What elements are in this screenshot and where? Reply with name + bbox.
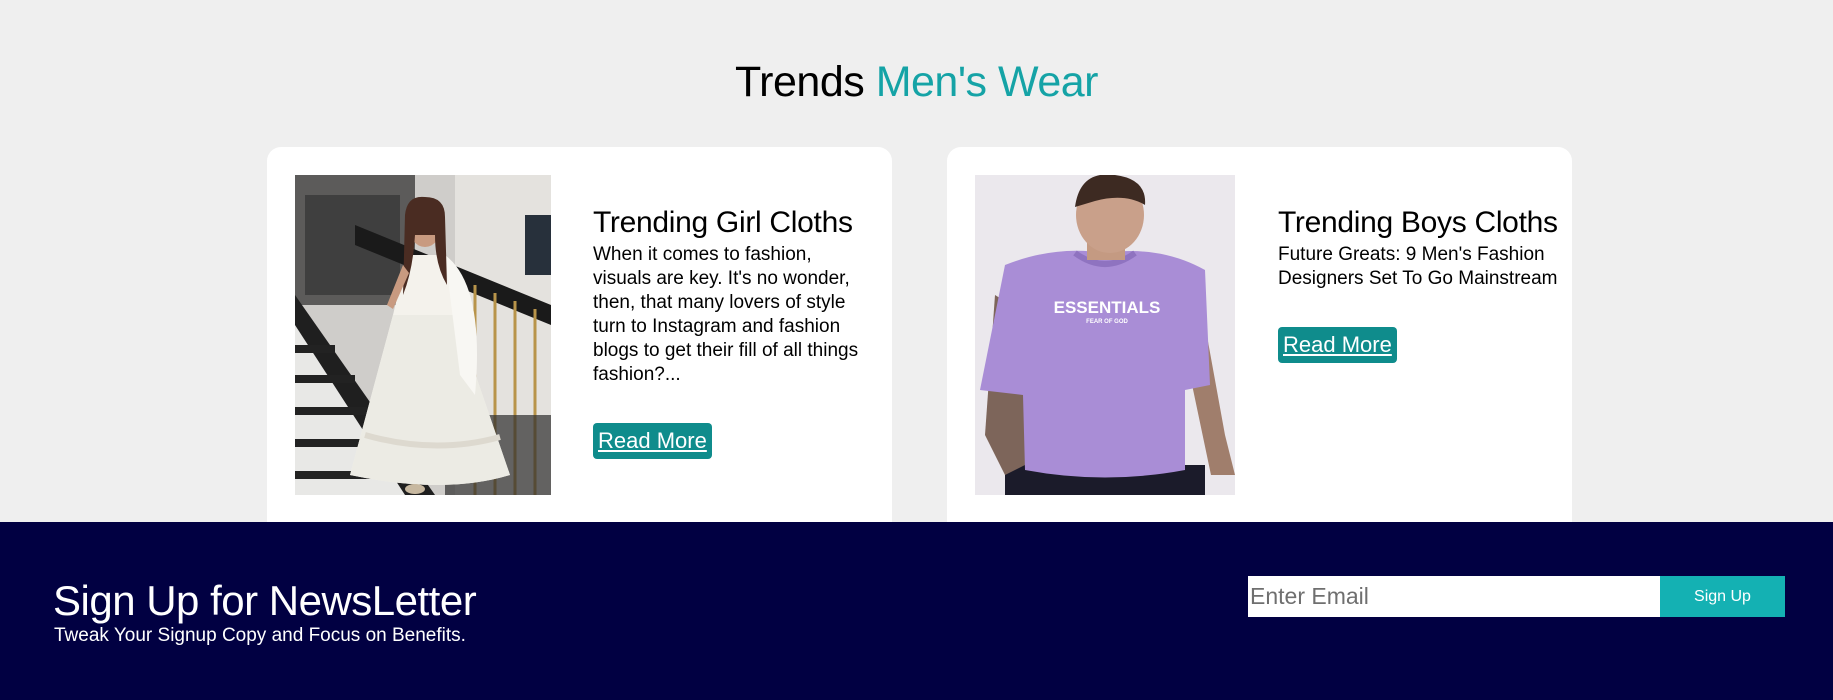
section-title: Trends Men's Wear	[0, 58, 1833, 107]
boy-photo-illustration: ESSENTIALS FEAR OF GOD	[975, 175, 1235, 495]
newsletter-form: Sign Up	[1248, 576, 1785, 617]
section-title-accent: Men's Wear	[875, 58, 1099, 106]
card-description: Future Greats: 9 Men's Fashion Designers…	[1278, 244, 1558, 289]
shirt-print-subtext: FEAR OF GOD	[1086, 319, 1128, 325]
girl-photo-illustration	[295, 175, 551, 495]
section-title-main: Trends	[735, 58, 865, 106]
newsletter-subtitle: Tweak Your Signup Copy and Focus on Bene…	[54, 625, 466, 646]
newsletter-section: Sign Up for NewsLetter Tweak Your Signup…	[0, 522, 1833, 700]
trend-card-girl: Trending Girl Cloths When it comes to fa…	[267, 147, 892, 522]
boy-card-body: Trending Boys Cloths Future Greats: 9 Me…	[1278, 205, 1563, 363]
girl-cloths-image	[295, 175, 551, 495]
newsletter-title: Sign Up for NewsLetter	[53, 577, 477, 624]
card-title: Trending Girl Cloths	[593, 206, 853, 239]
trend-card-boy: ESSENTIALS FEAR OF GOD Trending Boys Clo…	[947, 147, 1572, 522]
read-more-button[interactable]: Read More	[1278, 327, 1397, 363]
shirt-print-text: ESSENTIALS	[1054, 298, 1161, 317]
card-description: When it comes to fashion, visuals are ke…	[593, 244, 859, 385]
email-input[interactable]	[1248, 576, 1660, 617]
sign-up-button[interactable]: Sign Up	[1660, 576, 1785, 617]
read-more-button[interactable]: Read More	[593, 423, 712, 459]
girl-card-body: Trending Girl Cloths When it comes to fa…	[593, 205, 868, 459]
trends-section: Trends Men's Wear Trending Girl Cloths W…	[0, 0, 1833, 522]
card-title: Trending Boys Cloths	[1278, 206, 1558, 239]
boy-cloths-image: ESSENTIALS FEAR OF GOD	[975, 175, 1235, 495]
